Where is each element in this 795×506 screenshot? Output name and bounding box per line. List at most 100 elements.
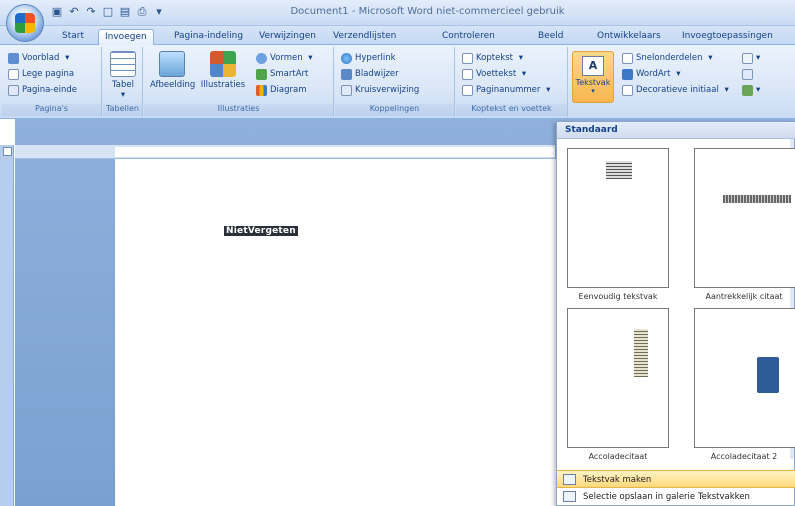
selectie-opslaan-menu-item[interactable]: Selectie opslaan in galerie Tekstvakken bbox=[557, 488, 795, 506]
globe-icon bbox=[341, 52, 352, 64]
koptekst-button[interactable]: Koptekst ▾ bbox=[462, 51, 523, 65]
window-title: Document1 - Microsoft Word niet-commerci… bbox=[290, 6, 565, 17]
tab-invoegen[interactable]: Invoegen bbox=[98, 29, 154, 45]
bookmark-icon bbox=[341, 68, 352, 80]
selectie-opslaan-label: Selectie opslaan in galerie Tekstvakken bbox=[583, 492, 750, 502]
decoratieve-initiaal-label: Decoratieve initiaal bbox=[636, 85, 719, 95]
kruisverwijzing-button[interactable]: Kruisverwijzing bbox=[341, 83, 419, 97]
tab-verzendlijsten[interactable]: Verzendlijsten bbox=[327, 29, 402, 45]
page-break-icon bbox=[8, 84, 19, 96]
tekstvak-maken-label: Tekstvak maken bbox=[583, 475, 652, 485]
thumb-preview-icon bbox=[723, 195, 791, 203]
save-selection-icon bbox=[563, 491, 576, 502]
smartart-label: SmartArt bbox=[270, 69, 309, 79]
wordart-button[interactable]: WordArt ▾ bbox=[622, 67, 680, 81]
tab-verwijzingen[interactable]: Verwijzingen bbox=[253, 29, 322, 45]
decoratieve-initiaal-button[interactable]: Decoratieve initiaal ▾ bbox=[622, 83, 729, 97]
voorblad-label: Voorblad bbox=[22, 53, 60, 63]
group-label-koptekst: Koptekst en voettek bbox=[456, 104, 567, 116]
paginanummer-label: Paginanummer bbox=[476, 85, 541, 95]
vormen-button[interactable]: Vormen ▾ bbox=[256, 51, 313, 65]
wordart-icon bbox=[622, 68, 633, 80]
thumb-accoladecitaat-2[interactable] bbox=[694, 308, 795, 448]
snelonderdelen-button[interactable]: Snelonderdelen ▾ bbox=[622, 51, 713, 65]
quick-parts-icon bbox=[622, 52, 633, 64]
thumb-label-1: Eenvoudig tekstvak bbox=[578, 292, 658, 301]
thumb-aantrekkelijk-citaat[interactable] bbox=[694, 148, 795, 288]
page-icon bbox=[8, 68, 19, 80]
group-label-paginas: Pagina's bbox=[2, 104, 101, 116]
diagram-label: Diagram bbox=[270, 85, 307, 95]
tab-ontwikkelaars[interactable]: Ontwikkelaars bbox=[591, 29, 667, 45]
thumb-preview-icon bbox=[757, 357, 779, 393]
hyperlink-button[interactable]: Hyperlink bbox=[341, 51, 396, 65]
snelonderdelen-label: Snelonderdelen bbox=[636, 53, 703, 63]
illustraties-button[interactable]: Illustraties bbox=[198, 51, 248, 90]
thumb-label-2: Aantrekkelijk citaat bbox=[705, 292, 783, 301]
bladwijzer-button[interactable]: Bladwijzer bbox=[341, 67, 399, 81]
afbeelding-button[interactable]: Afbeelding bbox=[150, 51, 196, 90]
tab-selector-icon[interactable] bbox=[3, 147, 12, 156]
voettekst-button[interactable]: Voettekst ▾ bbox=[462, 67, 526, 81]
thumb-label-4: Accoladecitaat 2 bbox=[710, 452, 778, 461]
hyperlink-label: Hyperlink bbox=[355, 53, 396, 63]
tekstvak-maken-menu-item[interactable]: Tekstvak maken bbox=[557, 470, 795, 488]
footer-icon bbox=[462, 68, 473, 80]
office-button[interactable] bbox=[6, 4, 44, 42]
tekstvak-button[interactable]: A Tekstvak ▾ bbox=[572, 51, 614, 103]
koptekst-label: Koptekst bbox=[476, 53, 513, 63]
group-koppelingen: Hyperlink Bladwijzer Kruisverwijzing Kop… bbox=[335, 47, 455, 117]
tab-invoegtoepassingen[interactable]: Invoegtoepassingen bbox=[676, 29, 779, 45]
afbeelding-label: Afbeelding bbox=[150, 80, 196, 90]
cross-reference-icon bbox=[341, 84, 352, 96]
lege-pagina-button[interactable]: Lege pagina bbox=[8, 67, 74, 81]
paginanummer-button[interactable]: Paginanummer ▾ bbox=[462, 83, 550, 97]
pagina-einde-button[interactable]: Pagina-einde bbox=[8, 83, 77, 97]
kruisverwijzing-label: Kruisverwijzing bbox=[355, 85, 420, 95]
horizontal-ruler-active bbox=[115, 147, 555, 157]
group-label-koppelingen: Koppelingen bbox=[335, 104, 454, 116]
group-tabellen: Tabel ▾ Tabellen bbox=[103, 47, 143, 117]
object-button[interactable]: ▾ bbox=[742, 83, 760, 97]
thumb-preview-icon bbox=[606, 161, 632, 179]
tekstvak-label: Tekstvak bbox=[575, 78, 611, 87]
date-icon bbox=[742, 68, 753, 80]
diagram-button[interactable]: Diagram bbox=[256, 83, 307, 97]
thumb-eenvoudig-tekstvak[interactable] bbox=[567, 148, 669, 288]
thumb-label-3: Accoladecitaat bbox=[588, 452, 648, 461]
vertical-ruler[interactable] bbox=[0, 145, 14, 506]
group-koptekst: Koptekst ▾ Voettekst ▾ Paginanummer ▾ Ko… bbox=[456, 47, 568, 117]
group-illustraties: Afbeelding Illustraties Vormen ▾ SmartAr… bbox=[144, 47, 334, 117]
signature-icon bbox=[742, 52, 753, 64]
selected-text[interactable]: NietVergeten bbox=[224, 226, 298, 236]
document-page[interactable] bbox=[115, 159, 575, 506]
thumb-accoladecitaat[interactable] bbox=[567, 308, 669, 448]
smartart-button[interactable]: SmartArt bbox=[256, 67, 308, 81]
chevron-down-icon: ▾ bbox=[591, 87, 595, 95]
group-label-illustraties: Illustraties bbox=[144, 104, 333, 116]
drop-cap-icon bbox=[622, 84, 633, 96]
tab-controleren[interactable]: Controleren bbox=[436, 29, 501, 45]
gallery-header: Standaard bbox=[557, 122, 795, 139]
tabel-button[interactable]: Tabel ▾ bbox=[108, 51, 138, 100]
tab-beeld[interactable]: Beeld bbox=[532, 29, 569, 45]
group-label-tabellen: Tabellen bbox=[103, 104, 142, 116]
object-icon bbox=[742, 84, 753, 96]
signature-line-button[interactable]: ▾ bbox=[742, 51, 760, 65]
voorblad-button[interactable]: Voorblad ▾ bbox=[8, 51, 69, 65]
clipart-icon bbox=[210, 51, 236, 77]
tab-start[interactable]: Start bbox=[56, 29, 90, 45]
textbox-icon: A bbox=[582, 56, 604, 76]
ribbon: Voorblad ▾ Lege pagina Pagina-einde Pagi… bbox=[0, 45, 795, 119]
vormen-label: Vormen bbox=[270, 53, 303, 63]
table-icon bbox=[110, 51, 136, 77]
title-bar: ▣ ↶ ↷ □ ▤ ⎙ ▾ Document1 - Microsoft Word… bbox=[0, 0, 795, 26]
draw-textbox-icon bbox=[563, 474, 576, 485]
date-time-button[interactable] bbox=[742, 67, 753, 81]
shapes-icon bbox=[256, 52, 267, 64]
voettekst-label: Voettekst bbox=[476, 69, 517, 79]
chart-icon bbox=[256, 84, 267, 96]
page-number-icon bbox=[462, 84, 473, 96]
tab-pagina-indeling[interactable]: Pagina-indeling bbox=[168, 29, 249, 45]
thumb-preview-icon bbox=[634, 329, 648, 377]
